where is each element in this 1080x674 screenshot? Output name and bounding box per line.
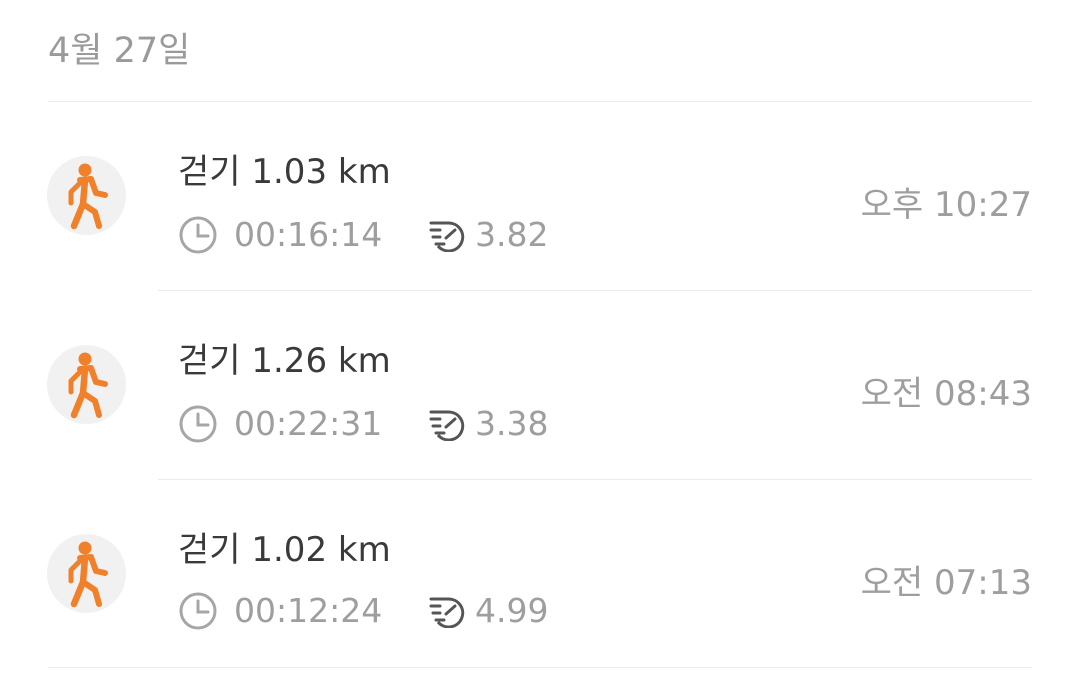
pace-icon xyxy=(428,594,466,636)
activity-item[interactable]: 걷기 1.03 km 00:16:14 3.82 오후 10:27 xyxy=(0,102,1080,291)
list-bottom-divider xyxy=(48,667,1032,668)
duration-value: 00:12:24 xyxy=(234,591,383,630)
activity-item[interactable]: 걷기 1.02 km 00:12:24 4.99 오전 07:13 xyxy=(0,480,1080,669)
walking-person-icon xyxy=(47,534,126,613)
duration-value: 00:22:31 xyxy=(234,404,383,443)
activity-list-screen: 4월 27일 걷기 1.03 km 00:16:14 3.82 오후 10:27 xyxy=(0,0,1080,674)
pace-value: 3.82 xyxy=(475,215,549,254)
date-header: 4월 27일 xyxy=(48,31,191,71)
duration-value: 00:16:14 xyxy=(234,215,383,254)
activity-title: 걷기 1.26 km xyxy=(178,341,391,381)
clock-icon xyxy=(178,215,218,263)
activity-item[interactable]: 걷기 1.26 km 00:22:31 3.38 오전 08:43 xyxy=(0,291,1080,480)
pace-value: 4.99 xyxy=(475,591,549,630)
activity-title: 걷기 1.02 km xyxy=(178,530,391,570)
activity-time: 오전 07:13 xyxy=(860,563,1032,603)
walking-person-icon xyxy=(47,345,126,424)
activity-title: 걷기 1.03 km xyxy=(178,152,391,192)
clock-icon xyxy=(178,591,218,639)
pace-icon xyxy=(428,218,466,260)
activity-time: 오전 08:43 xyxy=(860,374,1032,414)
walking-person-icon xyxy=(47,156,126,235)
pace-icon xyxy=(428,407,466,449)
pace-value: 3.38 xyxy=(475,404,549,443)
activity-time: 오후 10:27 xyxy=(860,185,1032,225)
clock-icon xyxy=(178,404,218,452)
